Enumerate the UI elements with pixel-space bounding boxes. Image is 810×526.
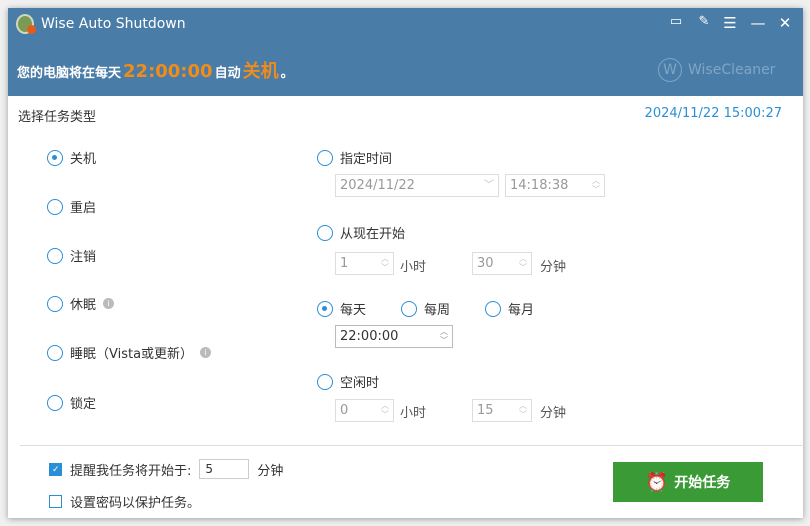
daily-time-input[interactable]: 22:00:00 ︿ ﹀ <box>335 325 453 348</box>
start-label: 开始任务 <box>674 475 731 491</box>
schedule-specific[interactable]: 指定时间 <box>317 148 392 167</box>
minute-unit: 分钟 <box>540 406 567 421</box>
from-now-hours[interactable]: 1 ︿ ﹀ <box>335 252 394 275</box>
schedule-idle[interactable]: 空闲时 <box>317 372 379 391</box>
task-logoff[interactable]: 注销 <box>47 246 96 265</box>
remind-checkbox[interactable] <box>49 462 62 476</box>
remind-label: 提醒我任务将开始于: <box>70 463 192 479</box>
label: 关机 <box>70 152 97 167</box>
radio-icon <box>47 247 63 264</box>
msg-action: 关机 <box>242 61 279 82</box>
schedule-monthly[interactable]: 每月 <box>485 299 534 318</box>
label: 重启 <box>70 201 97 216</box>
divider <box>20 445 804 446</box>
schedule-daily[interactable]: 每天 <box>317 299 366 318</box>
label: 睡眠（Vista或更新） <box>70 347 194 362</box>
label: 注销 <box>70 250 97 265</box>
value: 1 <box>340 256 349 271</box>
password-row: 设置密码以保护任务。 <box>49 492 200 511</box>
task-sleep[interactable]: 睡眠（Vista或更新） i <box>47 343 212 362</box>
task-hibernate[interactable]: 休眠 i <box>47 294 115 313</box>
idle-minutes[interactable]: 15 ︿ ﹀ <box>472 399 532 422</box>
value: 30 <box>477 256 494 271</box>
task-shutdown[interactable]: 关机 <box>47 148 96 167</box>
msg-time: 22:00:00 <box>123 61 213 82</box>
radio-icon <box>485 300 501 317</box>
spinner-icon[interactable]: ︿ ﹀ <box>519 254 527 272</box>
spinner-icon[interactable]: ︿ ﹀ <box>440 327 448 345</box>
spinner-icon[interactable]: ︿ ﹀ <box>519 401 527 419</box>
label: 休眠 <box>70 298 97 313</box>
radio-icon <box>47 198 63 215</box>
close-button[interactable]: ✕ <box>775 14 795 32</box>
window-title: Wise Auto Shutdown <box>41 16 186 32</box>
status-message: 您的电脑将在每天 22:00:00 自动 关机 。 <box>17 57 294 83</box>
from-now-minutes[interactable]: 30 ︿ ﹀ <box>472 252 532 275</box>
time-value: 14:18:38 <box>510 178 569 193</box>
spinner-icon[interactable]: ︿ ﹀ <box>381 401 389 419</box>
label: 每天 <box>340 303 367 318</box>
app-window: Wise Auto Shutdown ▭ ✎ ☰ — ✕ 您的电脑将在每天 22… <box>8 8 804 518</box>
wisecleaner-logo-icon: W <box>658 58 682 82</box>
label: 指定时间 <box>340 152 393 167</box>
hour-unit: 小时 <box>400 406 427 421</box>
date-picker[interactable]: 2024/11/22 ﹀ <box>335 174 499 197</box>
minimize-button[interactable]: — <box>748 14 768 32</box>
radio-icon <box>317 224 333 241</box>
alarm-clock-icon: ⏰ <box>645 471 669 493</box>
label: 每月 <box>508 303 535 318</box>
app-logo-icon <box>16 14 36 34</box>
label: 每周 <box>424 303 451 318</box>
info-icon[interactable]: i <box>103 298 115 309</box>
label: 从现在开始 <box>340 227 406 242</box>
radio-icon <box>47 344 63 361</box>
radio-icon <box>317 373 333 390</box>
spinner-icon[interactable]: ︿ ﹀ <box>381 254 389 272</box>
current-datetime: 2024/11/22 15:00:27 <box>644 106 782 121</box>
msg-mid: 自动 <box>214 66 241 81</box>
wisecleaner-brand[interactable]: W WiseCleaner <box>658 58 775 82</box>
feedback-icon[interactable]: ▭ <box>666 14 686 29</box>
hour-unit: 小时 <box>400 260 427 275</box>
value: 0 <box>340 403 349 418</box>
menu-icon[interactable]: ☰ <box>720 14 740 32</box>
schedule-from-now[interactable]: 从现在开始 <box>317 223 405 242</box>
radio-icon <box>47 149 63 166</box>
msg-prefix: 您的电脑将在每天 <box>17 66 122 81</box>
start-task-button[interactable]: ⏰ 开始任务 <box>613 462 763 502</box>
idle-hours[interactable]: 0 ︿ ﹀ <box>335 399 394 422</box>
chevron-down-icon[interactable]: ﹀ <box>484 181 494 191</box>
info-icon[interactable]: i <box>200 347 212 358</box>
radio-icon <box>47 295 63 312</box>
password-label: 设置密码以保护任务。 <box>70 496 201 511</box>
minute-unit: 分钟 <box>540 260 567 275</box>
section-title: 选择任务类型 <box>18 110 97 125</box>
header: Wise Auto Shutdown ▭ ✎ ☰ — ✕ 您的电脑将在每天 22… <box>8 8 803 96</box>
msg-end: 。 <box>280 66 294 81</box>
password-checkbox[interactable] <box>49 495 62 508</box>
edit-icon[interactable]: ✎ <box>694 14 714 29</box>
radio-icon <box>317 149 333 166</box>
value: 15 <box>477 403 494 418</box>
brand-text: WiseCleaner <box>688 62 776 78</box>
radio-icon <box>401 300 417 317</box>
remind-minutes-input[interactable]: 5 <box>199 459 250 479</box>
specific-time-input[interactable]: 14:18:38 ︿ ﹀ <box>505 174 605 197</box>
radio-icon <box>317 300 333 317</box>
schedule-weekly[interactable]: 每周 <box>401 299 450 318</box>
radio-icon <box>47 394 63 411</box>
remind-row: 提醒我任务将开始于: 5 分钟 <box>49 459 283 479</box>
task-lock[interactable]: 锁定 <box>47 393 96 412</box>
label: 空闲时 <box>340 376 380 391</box>
time-value: 22:00:00 <box>340 329 399 344</box>
spinner-icon[interactable]: ︿ ﹀ <box>592 176 600 194</box>
label: 锁定 <box>70 397 97 412</box>
date-value: 2024/11/22 <box>340 178 415 193</box>
task-restart[interactable]: 重启 <box>47 197 96 216</box>
remind-unit: 分钟 <box>257 463 284 479</box>
